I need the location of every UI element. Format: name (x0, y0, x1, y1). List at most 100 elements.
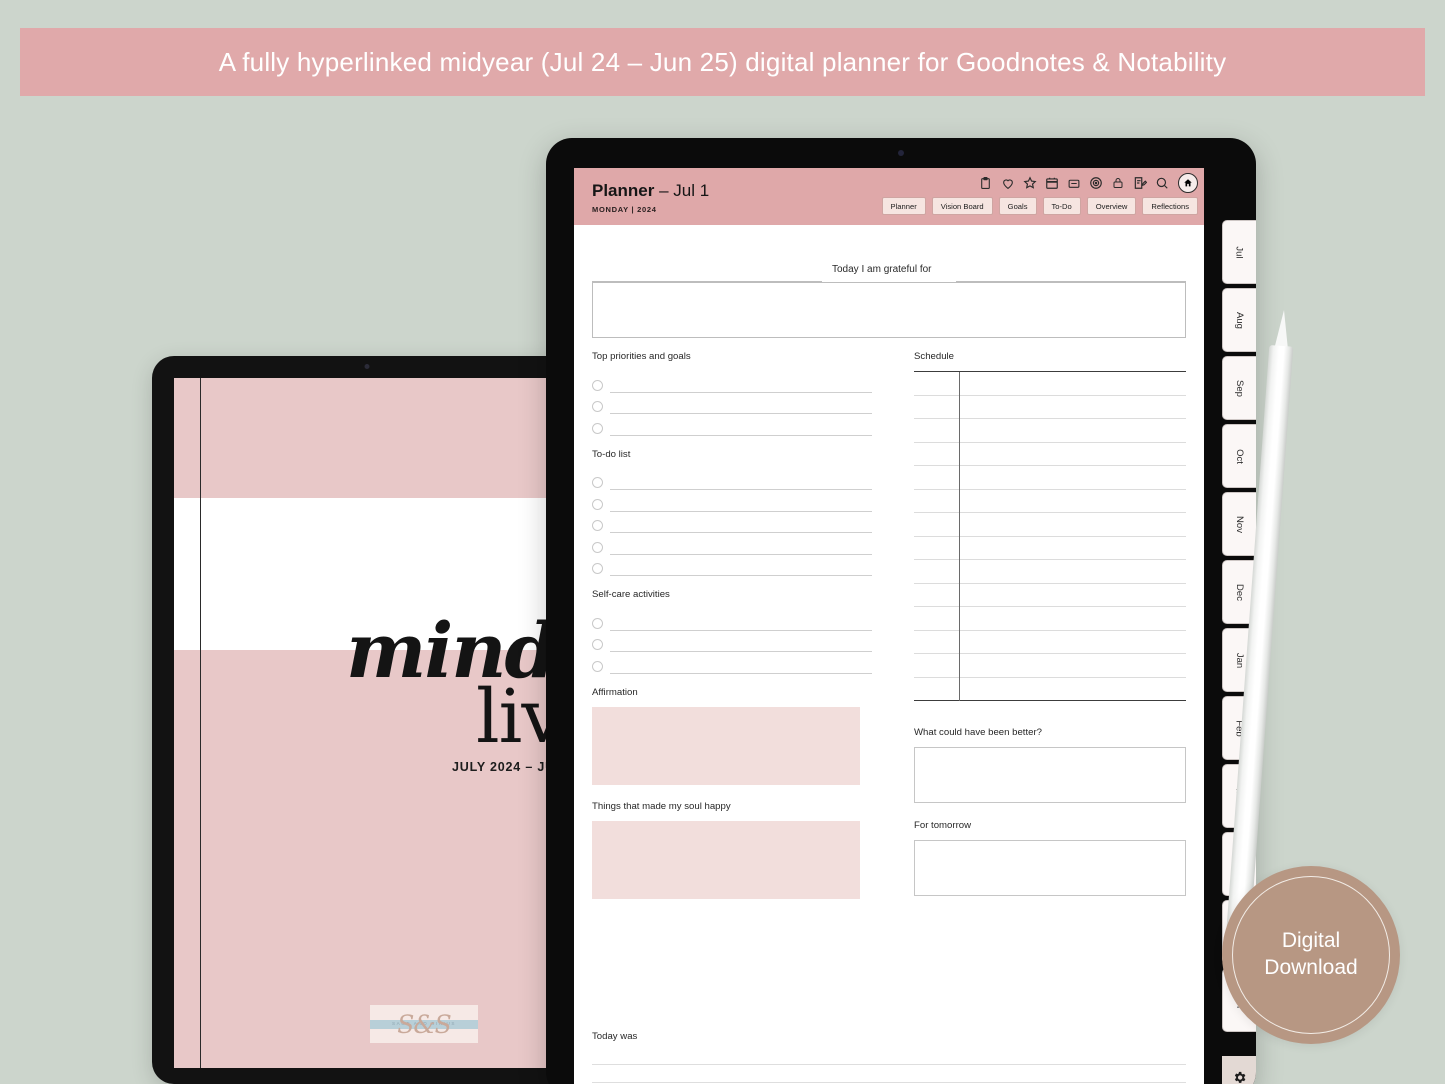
month-tab-label: Oct (1234, 448, 1245, 464)
checkbox-circle-icon[interactable] (592, 401, 603, 412)
selfcare-list (592, 609, 872, 674)
heart-icon[interactable] (1000, 176, 1015, 191)
checkbox-circle-icon[interactable] (592, 477, 603, 488)
table-row[interactable] (914, 678, 1186, 701)
checkbox-circle-icon[interactable] (592, 379, 603, 391)
list-item[interactable] (592, 555, 872, 576)
write-line[interactable] (610, 434, 872, 436)
camera-dot-icon (898, 150, 904, 156)
table-row[interactable] (914, 560, 1186, 584)
month-tab-label: Sep (1234, 379, 1245, 397)
checkbox-circle-icon[interactable] (592, 541, 603, 553)
table-row[interactable] (914, 654, 1186, 678)
write-line[interactable] (610, 629, 872, 631)
month-tab-sep[interactable]: Sep (1222, 356, 1256, 420)
write-line[interactable] (610, 672, 872, 674)
list-item[interactable] (592, 652, 872, 674)
tab-to-do[interactable]: To-Do (1042, 197, 1081, 215)
checkbox-circle-icon[interactable] (592, 639, 603, 650)
write-line[interactable] (610, 553, 872, 555)
write-line[interactable] (610, 575, 872, 576)
table-row[interactable] (914, 396, 1186, 419)
list-item[interactable] (592, 512, 872, 533)
list-item[interactable] (592, 609, 872, 631)
affirmation-input[interactable] (592, 706, 860, 785)
page-title-separator: – (654, 181, 674, 200)
tab-overview[interactable]: Overview (1086, 197, 1137, 215)
clipboard-icon[interactable] (978, 176, 993, 191)
affirmation-label: Affirmation (592, 686, 638, 698)
tab-planner[interactable]: Planner (881, 197, 926, 215)
list-item[interactable] (592, 533, 872, 555)
write-line[interactable] (592, 1047, 1186, 1065)
tomorrow-label: For tomorrow (914, 820, 972, 831)
checkbox-circle-icon[interactable] (592, 520, 603, 531)
schedule-table[interactable] (914, 371, 1186, 701)
selfcare-label: Self-care activities (592, 589, 670, 600)
write-line[interactable] (610, 510, 872, 512)
month-tab-oct[interactable]: Oct (1222, 424, 1256, 488)
tab-vision-board[interactable]: Vision Board (931, 197, 993, 215)
soul-happy-input[interactable] (592, 820, 860, 899)
badge-line-2: Download (1264, 956, 1358, 979)
month-tab-aug[interactable]: Aug (1222, 288, 1256, 352)
today-was-section: Today was (592, 1031, 1186, 1084)
better-input[interactable] (914, 747, 1186, 803)
settings-button[interactable] (1222, 1056, 1256, 1084)
list-item[interactable] (592, 631, 872, 652)
table-row[interactable] (914, 419, 1186, 443)
page-title: Planner – Jul 1 (592, 181, 709, 201)
table-row[interactable] (914, 513, 1186, 537)
search-icon[interactable] (1154, 176, 1169, 191)
table-row[interactable] (914, 631, 1186, 654)
month-tab-nov[interactable]: Nov (1222, 492, 1256, 556)
table-row[interactable] (914, 372, 1186, 396)
target-icon[interactable] (1088, 176, 1103, 191)
planner-page: Planner – Jul 1 MONDAY | 2024 Planner Vi… (574, 168, 1204, 1084)
lock-icon[interactable] (1110, 176, 1125, 191)
note-icon[interactable] (1066, 176, 1081, 191)
write-line[interactable] (610, 489, 872, 490)
right-column: Schedule What could have been better? Fo… (914, 351, 1186, 896)
list-item[interactable] (592, 469, 872, 490)
list-item[interactable] (592, 414, 872, 436)
schedule-label: Schedule (914, 351, 955, 362)
home-button[interactable] (1178, 173, 1198, 193)
planner-header: Planner – Jul 1 MONDAY | 2024 Planner Vi… (574, 168, 1204, 225)
notepad-pen-icon[interactable] (1132, 176, 1147, 191)
tomorrow-input[interactable] (914, 840, 1186, 896)
checkbox-circle-icon[interactable] (592, 660, 603, 672)
checkbox-circle-icon[interactable] (592, 498, 603, 510)
month-tab-jul[interactable]: Jul (1222, 220, 1256, 284)
star-icon[interactable] (1022, 176, 1037, 191)
page-title-main: Planner (592, 181, 655, 200)
table-row[interactable] (914, 466, 1186, 490)
tablet-device-planner: Planner – Jul 1 MONDAY | 2024 Planner Vi… (546, 138, 1256, 1084)
table-row[interactable] (914, 490, 1186, 513)
write-line[interactable] (592, 1065, 1186, 1083)
write-line[interactable] (610, 391, 872, 393)
checkbox-circle-icon[interactable] (592, 422, 603, 434)
list-item[interactable] (592, 371, 872, 393)
planner-cover-screen: mindful living JULY 2024 – JUNE 2025 SAG… (174, 378, 582, 1068)
brand-logo: SAGE AND SIRIUS S&S (370, 1005, 478, 1043)
checkbox-circle-icon[interactable] (592, 563, 603, 574)
calendar-icon[interactable] (1044, 176, 1059, 191)
list-item[interactable] (592, 490, 872, 512)
table-row[interactable] (914, 584, 1186, 607)
left-column: Top priorities and goals To-do list Self… (592, 351, 872, 899)
write-line[interactable] (610, 413, 872, 414)
table-row[interactable] (914, 607, 1186, 631)
todo-list (592, 469, 872, 576)
table-row[interactable] (914, 443, 1186, 466)
header-icon-toolbar (978, 173, 1198, 193)
write-line[interactable] (610, 651, 872, 652)
gratitude-input[interactable] (592, 282, 1186, 338)
list-item[interactable] (592, 393, 872, 414)
tab-goals[interactable]: Goals (998, 197, 1037, 215)
checkbox-circle-icon[interactable] (592, 617, 603, 629)
table-row[interactable] (914, 537, 1186, 560)
tab-reflections[interactable]: Reflections (1142, 197, 1198, 215)
write-line[interactable] (610, 532, 872, 533)
